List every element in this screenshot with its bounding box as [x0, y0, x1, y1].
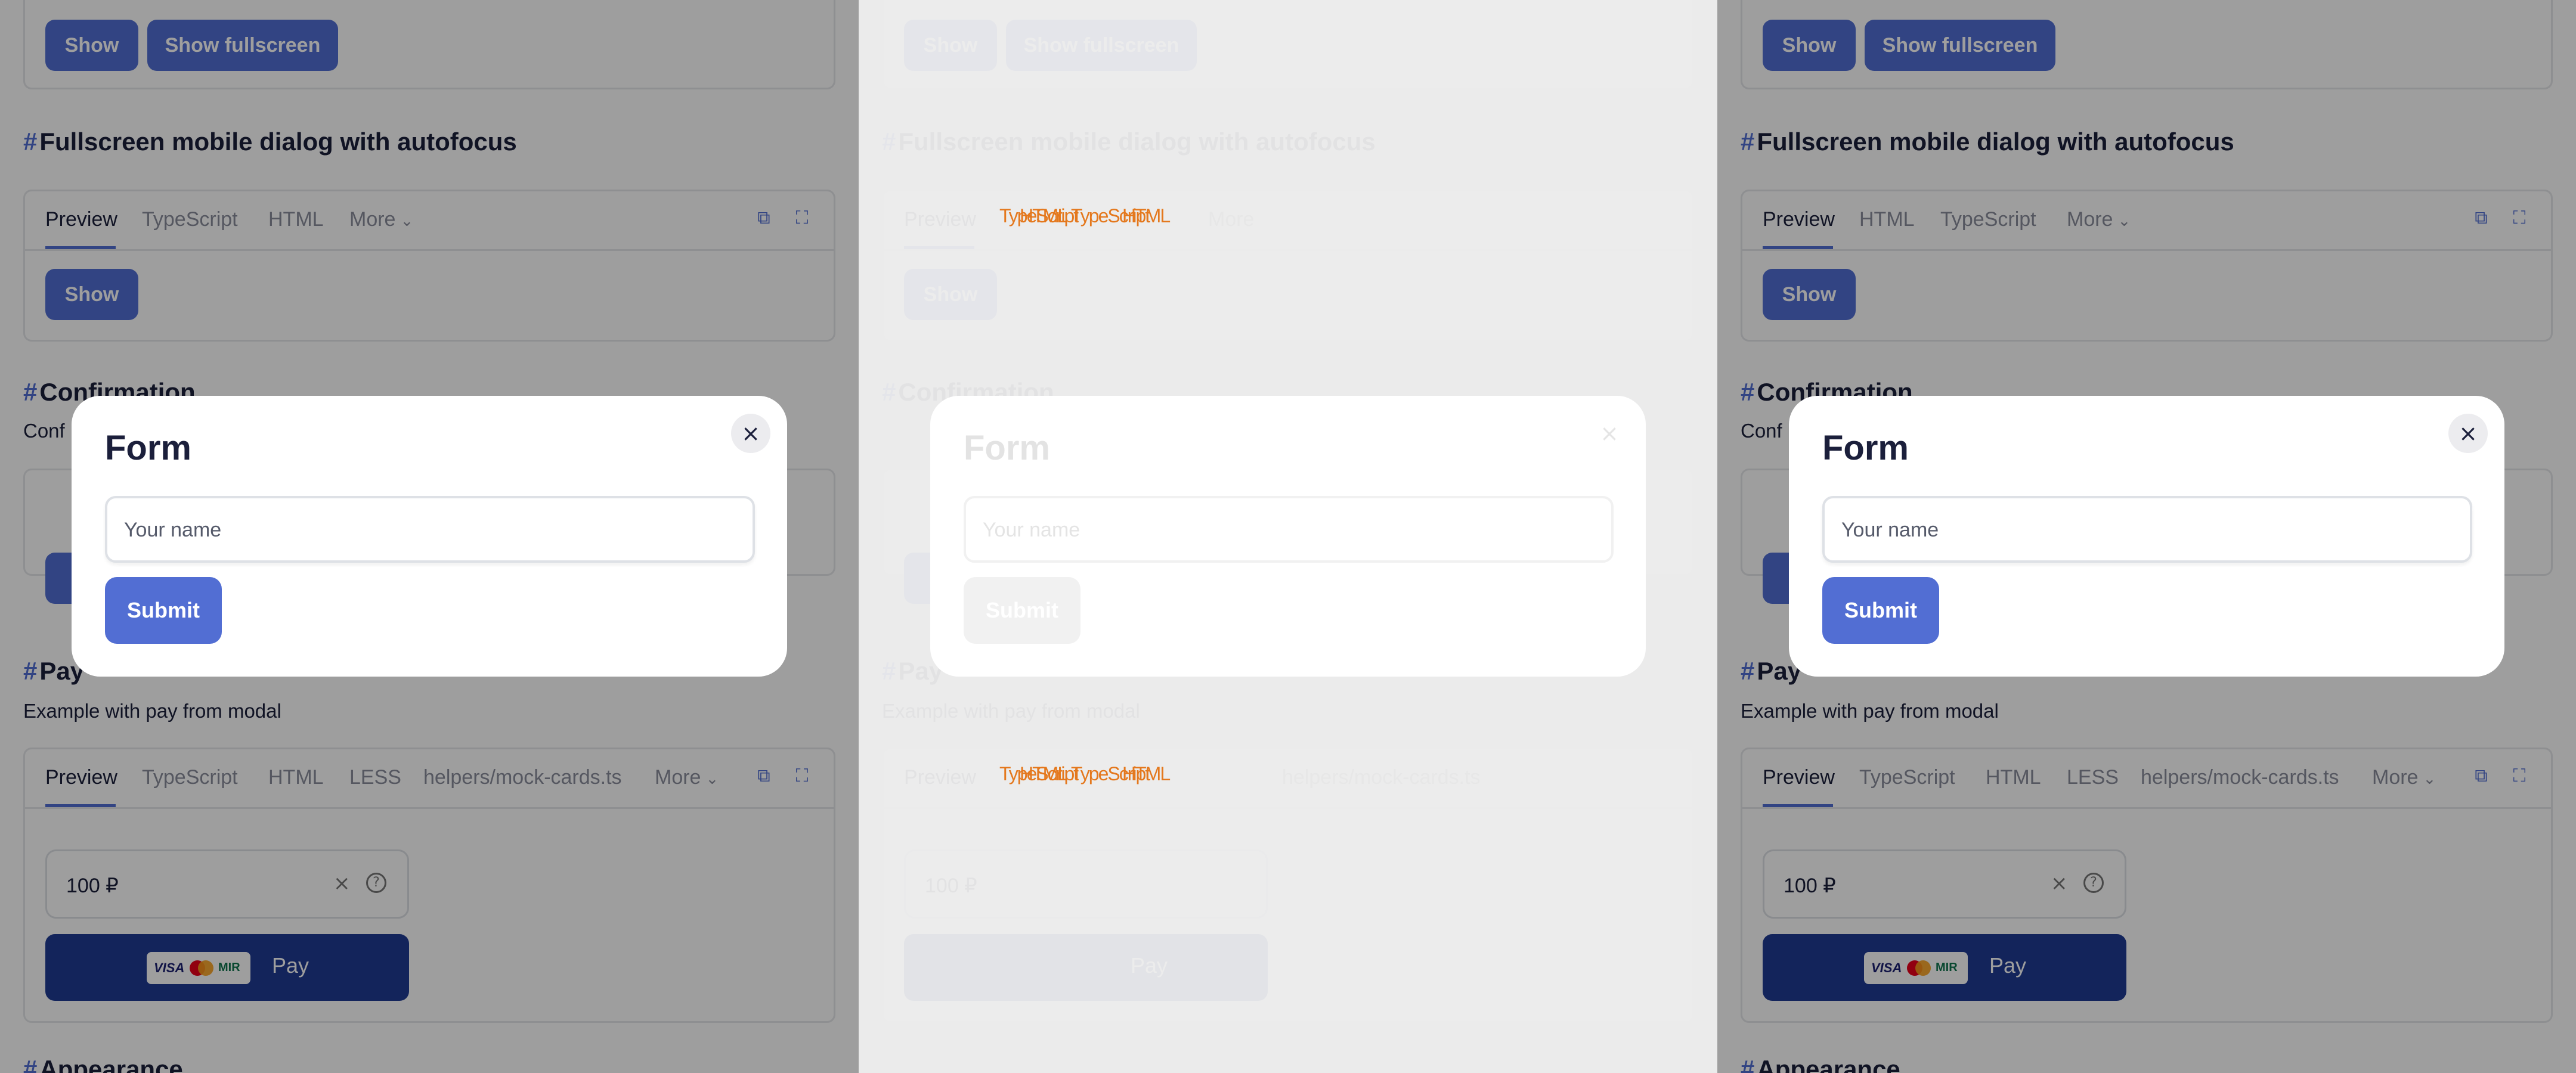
glitch-label: HTML [1122, 763, 1171, 784]
name-field[interactable] [964, 496, 1614, 563]
close-icon[interactable]: × [731, 414, 770, 453]
dialog-title: Form [964, 429, 1050, 467]
form-dialog: Form × Submit [72, 396, 787, 677]
form-dialog: Form × Submit [1789, 396, 2504, 677]
dialog-title: Form [1822, 429, 1909, 467]
submit-button[interactable]: Submit [105, 577, 222, 644]
glitch-label: HTML [1020, 763, 1068, 784]
name-field[interactable] [105, 496, 755, 563]
form-dialog: Form × Submit [930, 396, 1646, 677]
panel-middle: Show Show fullscreen #Fullscreen mobile … [859, 0, 1717, 1073]
close-icon[interactable]: × [1590, 414, 1629, 453]
submit-button[interactable]: Submit [964, 577, 1080, 644]
name-input[interactable] [1841, 519, 2438, 542]
panel-right: Show Show fullscreen #Fullscreen mobile … [1717, 0, 2576, 1073]
name-field[interactable] [1822, 496, 2472, 563]
glitch-label: HTML [1122, 205, 1171, 227]
name-input[interactable] [124, 519, 720, 542]
close-icon[interactable]: × [2448, 414, 2488, 453]
submit-button[interactable]: Submit [1822, 577, 1939, 644]
dialog-title: Form [105, 429, 191, 467]
glitch-label: HTML [1020, 205, 1068, 227]
name-input[interactable] [983, 519, 1579, 542]
panel-left: Show Show fullscreen #Fullscreen mobile … [0, 0, 859, 1073]
